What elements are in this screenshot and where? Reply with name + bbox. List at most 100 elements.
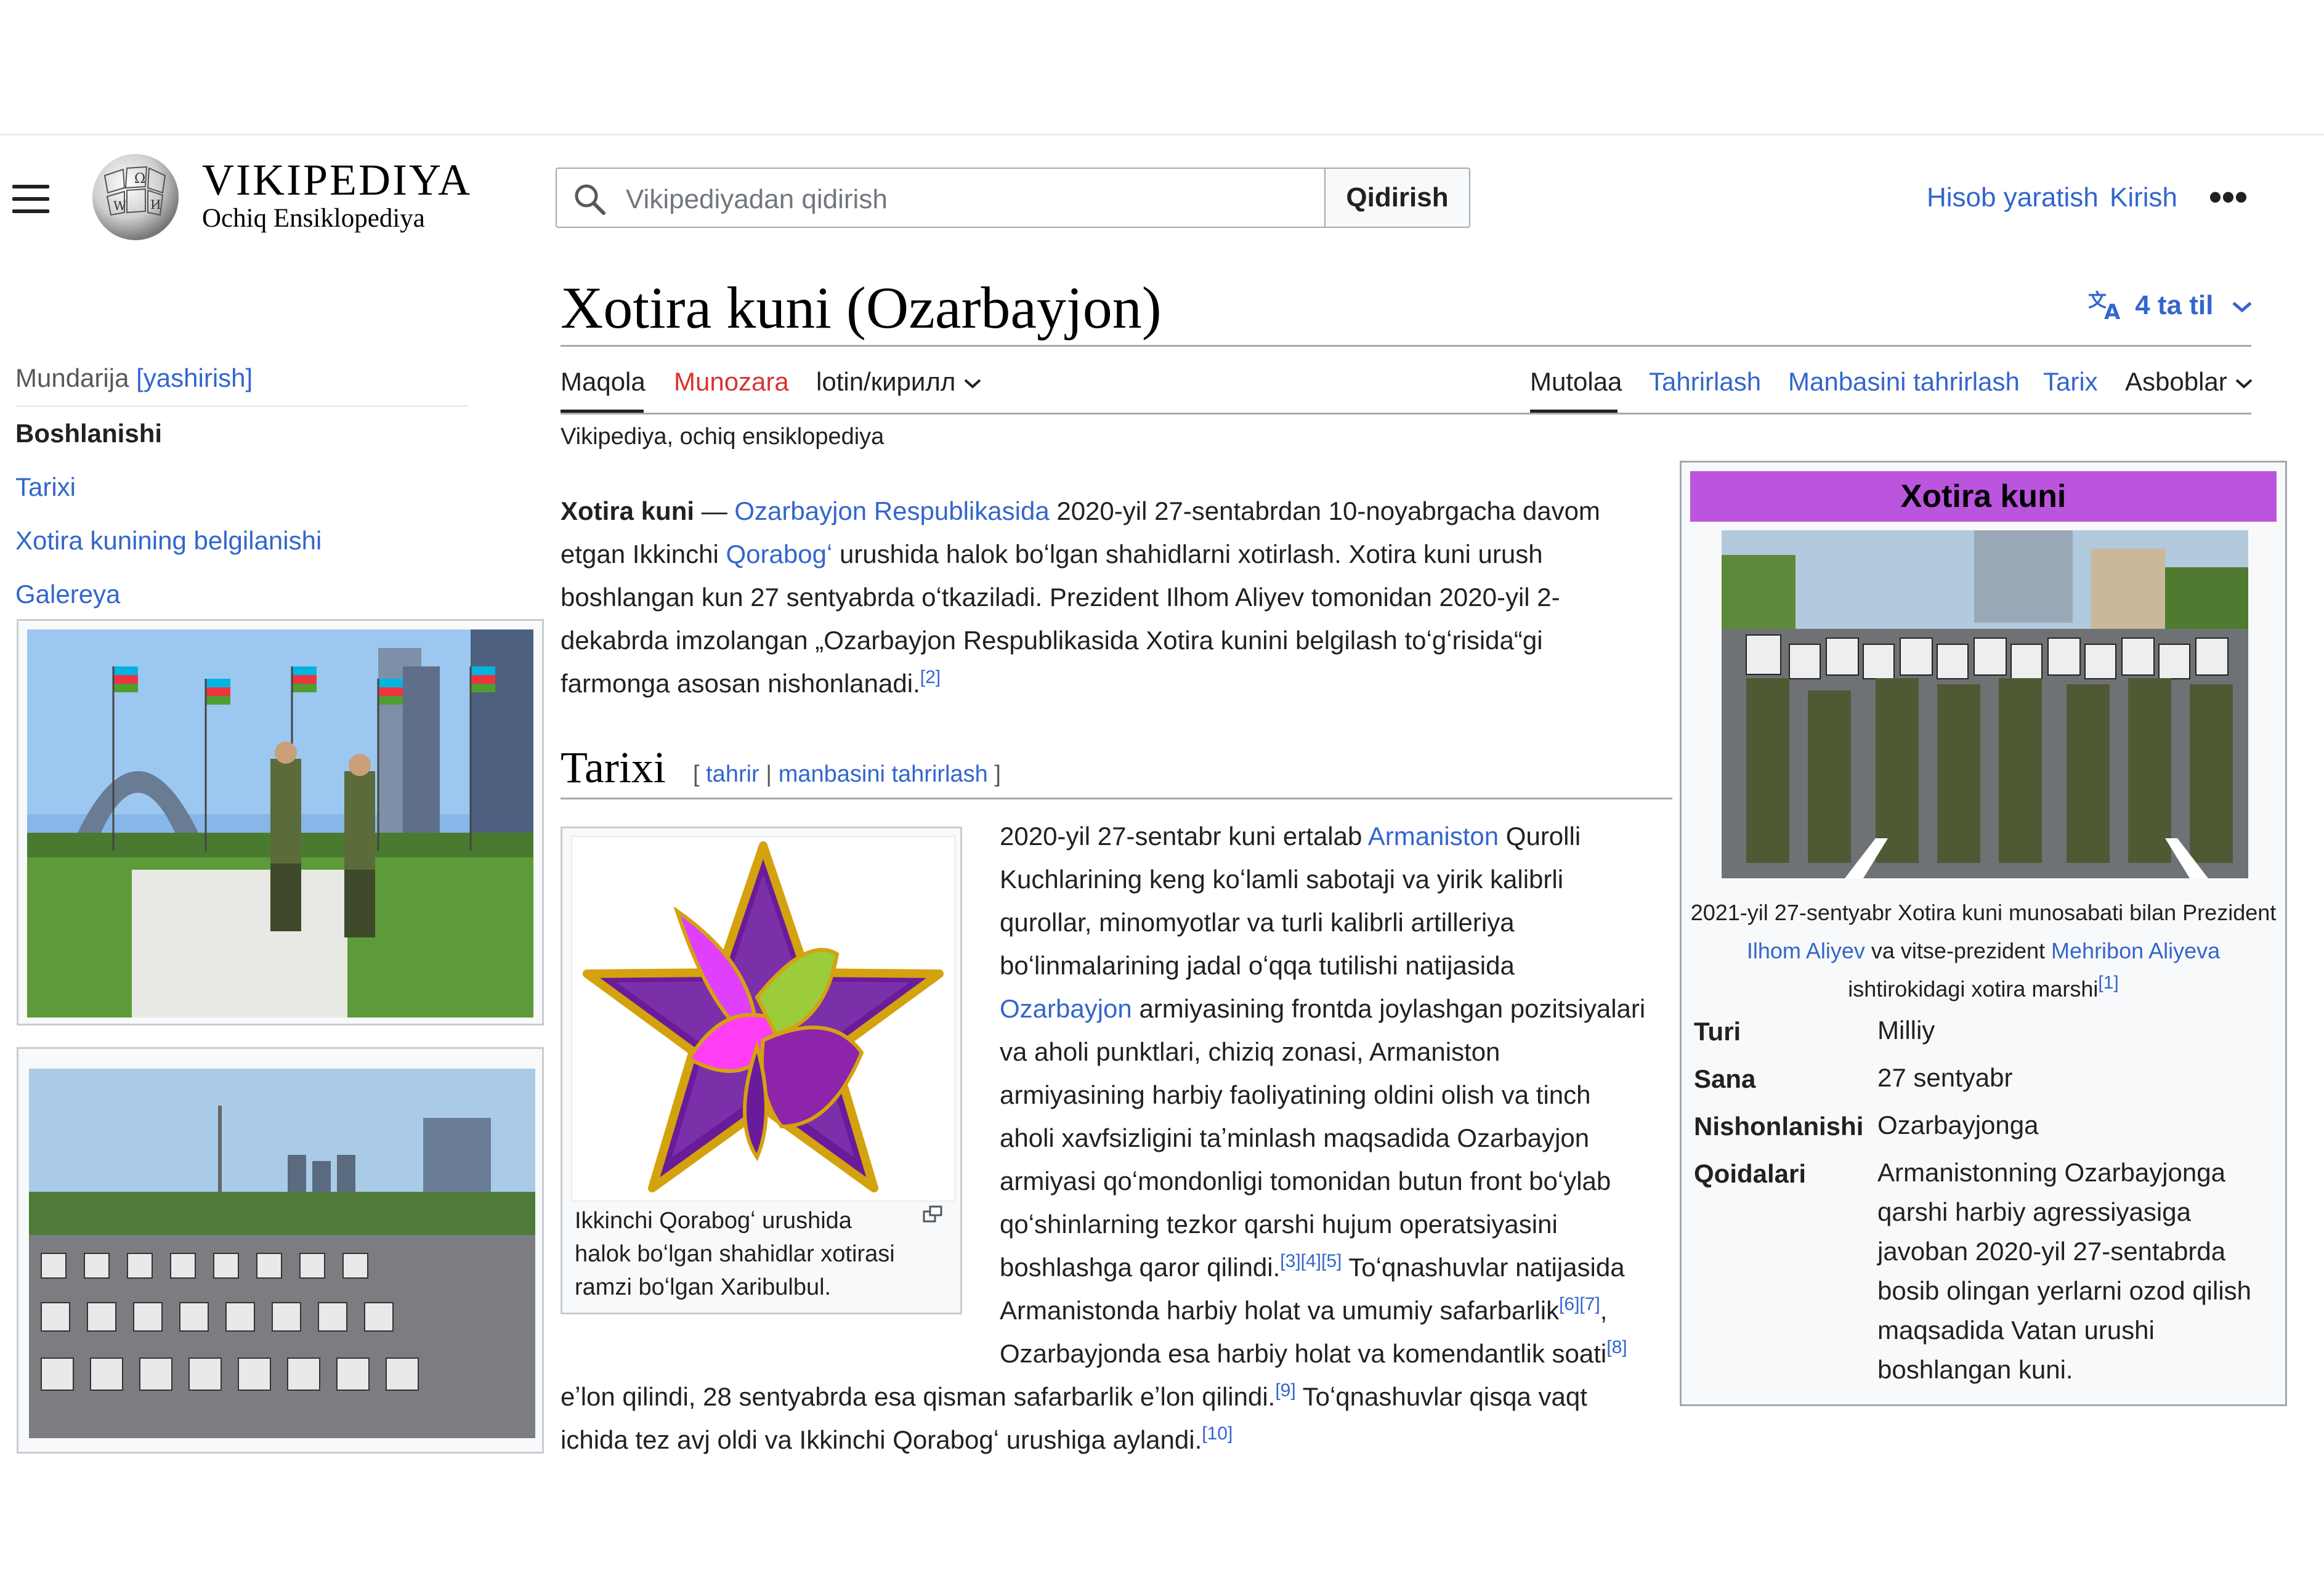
create-account-link[interactable]: Hisob yaratish [1927,182,2099,213]
chevron-down-icon [2236,379,2253,389]
infobox-label-observance: Nishonlanishi [1694,1112,1864,1141]
infobox-label-type: Turi [1694,1017,1741,1046]
tab-edit-source[interactable]: Manbasini tahrirlash [1788,367,2020,397]
figure-xaribulbul: Ikkinchi Qorabogʻ urushida halok boʻlgan… [561,827,962,1314]
history-text: armiyasining frontda joylashgan pozitsiy… [1132,994,1646,1023]
translate-icon: 文 A [2088,290,2121,325]
history-line: Ozarbayjon armiyasining frontda joylashg… [1000,987,1645,1030]
tab-history[interactable]: Tarix [2043,367,2098,397]
site-subtitle: Vikipediya, ochiq ensiklopediya [561,424,885,450]
reference-link[interactable]: [3][4][5] [1280,1251,1342,1271]
history-line: qoʻshinlarning tezkor qarshi hujum opera… [1000,1210,1558,1239]
tools-label: Asboblar [2125,367,2227,396]
tab-talk[interactable]: Munozara [674,367,789,397]
link-azerbaijan-republic[interactable]: Ozarbayjon Respublikasida [734,496,1049,525]
history-line: Kuchlarining keng koʻlamli sabotaji va y… [1000,865,1564,894]
toc-item-gallery[interactable]: Galereya [15,580,120,609]
tab-variant[interactable]: lotin/кирилл [816,367,982,397]
reference-link[interactable]: [6][7] [1559,1294,1600,1314]
history-text: Toʻqnashuvlar natijasida [1342,1253,1625,1282]
svg-text:И: И [150,197,161,212]
link-mehriban-aliyeva[interactable]: Mehribon Aliyeva [2051,938,2220,963]
march-photo [29,1069,535,1438]
wikipedia-globe-logo[interactable]: Ω W И [86,151,185,243]
svg-text:A: A [2104,300,2121,320]
toc-item-history[interactable]: Tarixi [15,472,76,502]
section-edit-source-link[interactable]: manbasini tahrirlash [779,761,988,787]
toc-divider [15,405,468,407]
history-line: eʼlon qilindi, 28 sentyabrda esa qisman … [561,1375,1587,1418]
tab-article[interactable]: Maqola [561,367,646,397]
svg-text:Ω: Ω [134,171,145,187]
more-options-icon[interactable]: ••• [2209,179,2248,216]
reference-link[interactable]: [1] [2098,973,2118,993]
enlarge-icon[interactable] [923,1205,944,1224]
gallery-image-memorial[interactable] [17,619,544,1026]
wikipedia-wordmark[interactable]: VIKIPEDIYA [202,155,472,204]
history-line: armiyasi qoʻmondonligi tomonidan butun f… [1000,1167,1611,1196]
history-text: 2020-yil 27-sentabr kuni ertalab [1000,822,1368,851]
edit-bracket: [ [693,761,707,787]
section-heading-history: Tarixi [561,743,666,792]
infobox-caption-line: 2021-yil 27-sentyabr Xotira kuni munosab… [1690,900,2277,925]
history-paragraph-continued: eʼlon qilindi, 28 sentyabrda esa qisman … [561,1375,1587,1462]
search-input[interactable]: Vikipediyadan qidirish [556,168,1326,228]
chevron-down-icon [964,379,981,389]
link-azerbaijan[interactable]: Ozarbayjon [1000,994,1132,1023]
link-armenia[interactable]: Armaniston [1368,822,1499,851]
intro-bold: Xotira kuni [561,496,695,525]
wikipedia-tagline: Ochiq Ensiklopediya [202,204,425,233]
search-button[interactable]: Qidirish [1324,168,1470,228]
main-menu-icon[interactable] [12,185,49,213]
history-line: aholi xavfsizligini taʼminlash maqsadida… [1000,1123,1590,1152]
history-line: boʻlinmalarining jadal oʻqqa tutilishi n… [1000,951,1515,980]
intro-paragraph: Xotira kuni — Ozarbayjon Respublikasida … [561,490,1600,705]
xaribulbul-star-image[interactable] [571,836,955,1202]
toc-heading: Mundarija [yashirish] [15,363,253,393]
intro-text: etgan Ikkinchi [561,540,726,568]
infobox-march-photo[interactable] [1722,530,2248,878]
intro-text: farmonga asosan nishonlanadi. [561,669,920,698]
title-divider [561,345,2251,347]
language-selector[interactable]: 文 A 4 ta til [2088,288,2253,325]
infobox-value-observance: Ozarbayjonga [1877,1111,2039,1139]
reference-link[interactable]: [2] [920,667,941,687]
section-edit-link[interactable]: tahrir [706,761,759,787]
history-paragraph: 2020-yil 27-sentabr kuni ertalab Armanis… [1000,815,1645,1375]
toc-item-designation[interactable]: Xotira kunining belgilanishi [15,526,322,556]
history-line: boshlashga qaror qilindi.[3][4][5] Toʻqn… [1000,1246,1645,1289]
reference-link[interactable]: [9] [1275,1380,1295,1401]
caption-text: va vitse-prezident [1864,938,2052,963]
toc-item-beginning[interactable]: Boshlanishi [15,419,162,448]
intro-line: dekabrda imzolangan „Ozarbayjon Respubli… [561,626,1543,655]
toc-title: Mundarija [15,363,129,392]
link-ilham-aliyev[interactable]: Ilhom Aliyev [1747,938,1865,963]
search-icon [575,184,605,215]
infobox-caption: 2021-yil 27-sentyabr Xotira kuni munosab… [1690,894,2277,1008]
infobox-value-date: 27 sentyabr [1877,1063,2013,1092]
figure-caption: Ikkinchi Qorabogʻ urushida halok boʻlgan… [575,1208,895,1300]
history-line: Ozarbayjonda esa harbiy holat va komenda… [1000,1332,1645,1375]
history-line: 2020-yil 27-sentabr kuni ertalab Armanis… [1000,815,1645,858]
page-title: Xotira kuni (Ozarbayjon) [561,275,1162,341]
intro-line: boshlangan kun 27 sentyabrda oʻtkaziladi… [561,583,1560,612]
toc-hide-link[interactable]: [yashirish] [136,363,253,392]
infobox-title: Xotira kuni [1690,471,2277,522]
gallery-image-march[interactable] [17,1047,544,1454]
intro-text: urushida halok boʻlgan shahidlarni xotir… [832,540,1543,568]
history-text: ichida tez avj oldi va Ikkinchi Qorabogʻ… [561,1425,1202,1454]
reference-link[interactable]: [10] [1202,1423,1233,1444]
link-karabakh[interactable]: Qorabogʻ [726,540,833,568]
tab-read[interactable]: Mutolaa [1530,367,1622,397]
section-edit-links: [ tahrir | manbasini tahrirlash ] [693,761,1001,788]
rules-line: bosib olingan yerlarni ozod qilish [1877,1276,2252,1305]
infobox: Xotira kuni 2021-yil 27-sentyabr Xotira … [1680,461,2287,1406]
variant-label: lotin/кирилл [816,367,956,396]
tab-edit[interactable]: Tahrirlash [1649,367,1761,397]
login-link[interactable]: Kirish [2110,182,2177,213]
rules-line: maqsadida Vatan urushi [1877,1316,2155,1345]
history-text: Toʻqnashuvlar qisqa vaqt [1295,1382,1587,1411]
tools-menu[interactable]: Asboblar [2125,367,2254,397]
reference-link[interactable]: [8] [1606,1337,1627,1357]
history-line: va aholi punktlari, chiziq zonasi, Arman… [1000,1037,1500,1066]
